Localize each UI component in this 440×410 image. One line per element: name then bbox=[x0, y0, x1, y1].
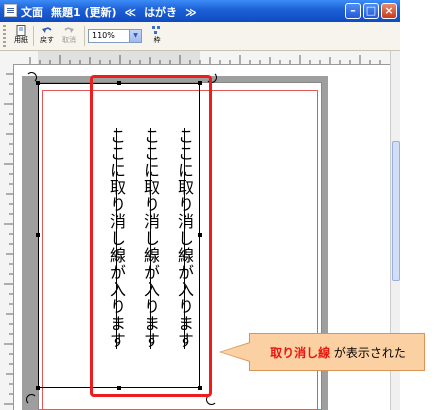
title-app-name: 文面 bbox=[21, 6, 43, 19]
toolbar-grip-icon[interactable] bbox=[3, 25, 6, 47]
undo-button[interactable]: 戻す bbox=[35, 24, 59, 48]
callout-box: 取り消し線 が表示された bbox=[249, 333, 425, 371]
chevron-down-icon[interactable]: ▼ bbox=[129, 30, 141, 42]
paper-button-label: 用紙 bbox=[14, 36, 28, 44]
vertical-ruler bbox=[0, 64, 14, 410]
rotate-handle-icon[interactable] bbox=[26, 72, 37, 83]
title-separator: ≪ bbox=[124, 6, 137, 19]
undo-button-label: 戻す bbox=[40, 36, 54, 44]
scrollbar-thumb[interactable] bbox=[392, 141, 400, 281]
horizontal-ruler bbox=[0, 51, 390, 65]
callout-pointer-fill bbox=[221, 343, 250, 361]
toolbar-separator bbox=[33, 26, 34, 46]
frame-button[interactable]: 枠 bbox=[145, 24, 169, 48]
maximize-button[interactable]: □ bbox=[363, 3, 379, 19]
toolbar-separator bbox=[84, 26, 85, 46]
paper-button[interactable]: 用紙 bbox=[9, 24, 33, 48]
resize-handle[interactable] bbox=[36, 233, 40, 237]
minimize-button[interactable]: – bbox=[345, 3, 361, 19]
paper-icon bbox=[16, 25, 26, 36]
callout-emphasis: 取り消し線 bbox=[270, 346, 331, 360]
title-section-name: はがき bbox=[144, 6, 178, 19]
redo-arrow-icon bbox=[64, 27, 74, 33]
rotate-handle-icon[interactable] bbox=[26, 394, 37, 405]
close-icon: × bbox=[384, 4, 394, 17]
undo-arrow-icon bbox=[42, 27, 52, 33]
title-bar[interactable]: 文面 無題1 (更新) ≪ はがき ≫ – □ × bbox=[0, 0, 400, 22]
resize-handle[interactable] bbox=[36, 81, 40, 85]
window-title: 文面 無題1 (更新) ≪ はがき ≫ bbox=[21, 4, 205, 20]
close-button[interactable]: × bbox=[381, 3, 397, 19]
callout-text: 取り消し線 が表示された bbox=[250, 344, 426, 361]
minimize-icon: – bbox=[350, 4, 356, 17]
frame-button-label: 枠 bbox=[153, 36, 161, 44]
zoom-value: 110% bbox=[92, 31, 115, 40]
highlight-frame bbox=[90, 75, 212, 397]
title-document-name: 無題1 (更新) bbox=[51, 6, 117, 19]
cancel-button[interactable]: 取消 bbox=[57, 24, 81, 48]
frame-icon bbox=[152, 26, 160, 34]
title-separator-close: ≫ bbox=[185, 6, 197, 19]
document-app-icon[interactable] bbox=[4, 4, 17, 17]
toolbar: 用紙 戻す 取消 110% ▼ 枠 bbox=[0, 22, 400, 51]
callout-rest: が表示された bbox=[330, 346, 406, 360]
cancel-button-label: 取消 bbox=[62, 36, 76, 44]
resize-handle[interactable] bbox=[36, 386, 40, 390]
maximize-icon: □ bbox=[365, 4, 377, 17]
zoom-select[interactable]: 110% ▼ bbox=[88, 29, 142, 43]
